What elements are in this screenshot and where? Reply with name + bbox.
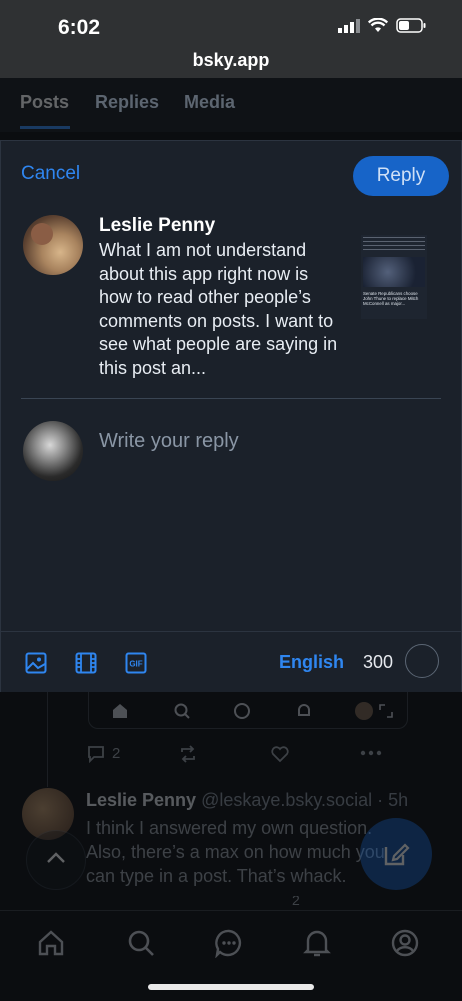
gif-icon[interactable]: GIF: [125, 652, 147, 674]
reply-input[interactable]: [99, 425, 419, 457]
next-post-actions: 2: [86, 896, 386, 910]
status-bar: 6:02 bsky.app: [0, 0, 462, 78]
video-icon[interactable]: [75, 652, 97, 674]
reply-button[interactable]: Reply: [353, 156, 449, 196]
home-icon: [113, 704, 127, 718]
wifi-icon: [368, 18, 388, 32]
more-icon[interactable]: [360, 750, 382, 756]
char-counter: 300: [363, 652, 394, 672]
home-indicator: [148, 984, 314, 990]
thumbnail-photo: [363, 257, 425, 287]
reply-icon[interactable]: [86, 744, 106, 764]
composer-divider: [21, 398, 441, 399]
bell-icon: [298, 704, 310, 716]
status-icons: [338, 18, 426, 33]
tab-replies[interactable]: Replies: [95, 92, 159, 113]
status-time: 6:02: [58, 16, 101, 39]
like-icon[interactable]: [270, 744, 290, 764]
repost-icon[interactable]: [178, 744, 198, 764]
nav-chat-icon[interactable]: [214, 928, 244, 958]
image-icon[interactable]: [25, 652, 47, 674]
nav-home-icon[interactable]: [36, 928, 66, 958]
thread-line: [47, 692, 48, 787]
quoted-post-thumbnail: Senate Republicans choose John Thune to …: [361, 235, 427, 319]
search-icon: [174, 703, 190, 719]
battery-icon: [396, 18, 426, 33]
avatar-face: [31, 223, 53, 245]
url-bar[interactable]: bsky.app: [0, 50, 462, 71]
quoted-author-name: Leslie Penny: [99, 215, 216, 236]
feed-handle: @leskaye.bsky.social: [201, 790, 373, 810]
feed-post-header: Leslie Penny @leskaye.bsky.social · 5h: [86, 790, 408, 811]
embedded-screenshot: [88, 692, 408, 729]
my-avatar[interactable]: [23, 421, 83, 481]
profile-tabs: Posts Replies Media: [0, 78, 462, 132]
tab-underline: [20, 126, 70, 129]
nav-search-icon[interactable]: [126, 928, 156, 958]
tab-media[interactable]: Media: [184, 92, 235, 113]
expand-icon: [379, 704, 393, 718]
composer-toolbar: GIF English 300: [1, 631, 461, 692]
feed-author-name[interactable]: Leslie Penny: [86, 790, 196, 810]
compose-button[interactable]: [360, 818, 432, 890]
cancel-button[interactable]: Cancel: [21, 163, 80, 185]
reply-count: 2: [112, 745, 121, 762]
tab-posts[interactable]: Posts: [20, 92, 69, 113]
chevron-up-icon: [47, 852, 65, 863]
scroll-top-button[interactable]: [26, 830, 86, 890]
avatar: [355, 702, 373, 720]
post-actions: 2: [86, 744, 386, 766]
signal-icon: [338, 18, 360, 33]
feed-separator: ·: [377, 790, 384, 810]
svg-text:GIF: GIF: [129, 660, 142, 669]
char-progress-ring: [405, 644, 439, 678]
compose-icon: [384, 843, 410, 866]
next-reply-count: 2: [292, 896, 300, 908]
nav-bell-icon[interactable]: [302, 928, 332, 958]
thumbnail-caption: Senate Republicans choose John Thune to …: [363, 291, 419, 306]
thumbnail-text-lines: [363, 237, 425, 253]
chat-icon: [234, 703, 250, 719]
quoted-author-avatar[interactable]: [23, 215, 83, 275]
reply-composer: Cancel Reply Leslie Penny What I am not …: [0, 140, 462, 692]
quoted-post-text: What I am not understand about this app …: [99, 240, 338, 378]
feed-age: 5h: [388, 790, 409, 810]
language-selector[interactable]: English: [279, 652, 344, 673]
nav-profile-icon[interactable]: [390, 928, 420, 958]
